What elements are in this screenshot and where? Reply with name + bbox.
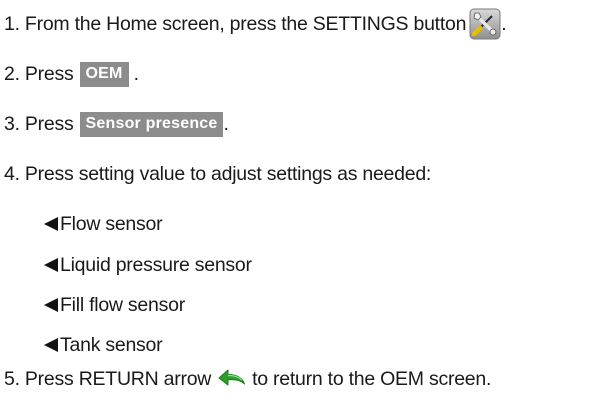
- left-triangle-icon: [44, 217, 58, 231]
- left-triangle-icon: [44, 258, 58, 272]
- list-item: Tank sensor: [44, 330, 163, 360]
- step-1-end: .: [501, 12, 507, 35]
- step-2: 2. Press OEM .: [4, 59, 139, 89]
- step-3-text: 3. Press: [4, 112, 74, 135]
- list-item-label: Flow sensor: [60, 212, 163, 235]
- step-4-text: 4. Press setting value to adjust setting…: [4, 162, 432, 185]
- step-5-end: to return to the OEM screen.: [252, 367, 492, 390]
- step-5-text: 5. Press RETURN arrow: [4, 367, 212, 390]
- step-5: 5. Press RETURN arrow to return to the O…: [4, 364, 491, 394]
- left-triangle-icon: [44, 338, 58, 352]
- list-item: Liquid pressure sensor: [44, 250, 252, 280]
- list-item-label: Tank sensor: [60, 333, 163, 356]
- list-item-label: Liquid pressure sensor: [60, 253, 252, 276]
- step-4: 4. Press setting value to adjust setting…: [4, 159, 431, 189]
- step-3: 3. Press Sensor presence .: [4, 109, 229, 139]
- oem-button[interactable]: OEM: [79, 61, 129, 87]
- settings-tools-icon: [469, 8, 501, 40]
- list-item: Flow sensor: [44, 209, 163, 239]
- sensor-presence-button[interactable]: Sensor presence: [79, 111, 224, 137]
- left-triangle-icon: [44, 298, 58, 312]
- step-1-text: 1. From the Home screen, press the SETTI…: [4, 12, 467, 35]
- list-item-label: Fill flow sensor: [60, 293, 185, 316]
- step-3-end: .: [223, 112, 229, 135]
- list-item: Fill flow sensor: [44, 290, 185, 320]
- step-1: 1. From the Home screen, press the SETTI…: [4, 8, 507, 40]
- return-arrow-icon: [217, 367, 247, 391]
- step-2-end: .: [133, 62, 139, 85]
- step-2-text: 2. Press: [4, 62, 74, 85]
